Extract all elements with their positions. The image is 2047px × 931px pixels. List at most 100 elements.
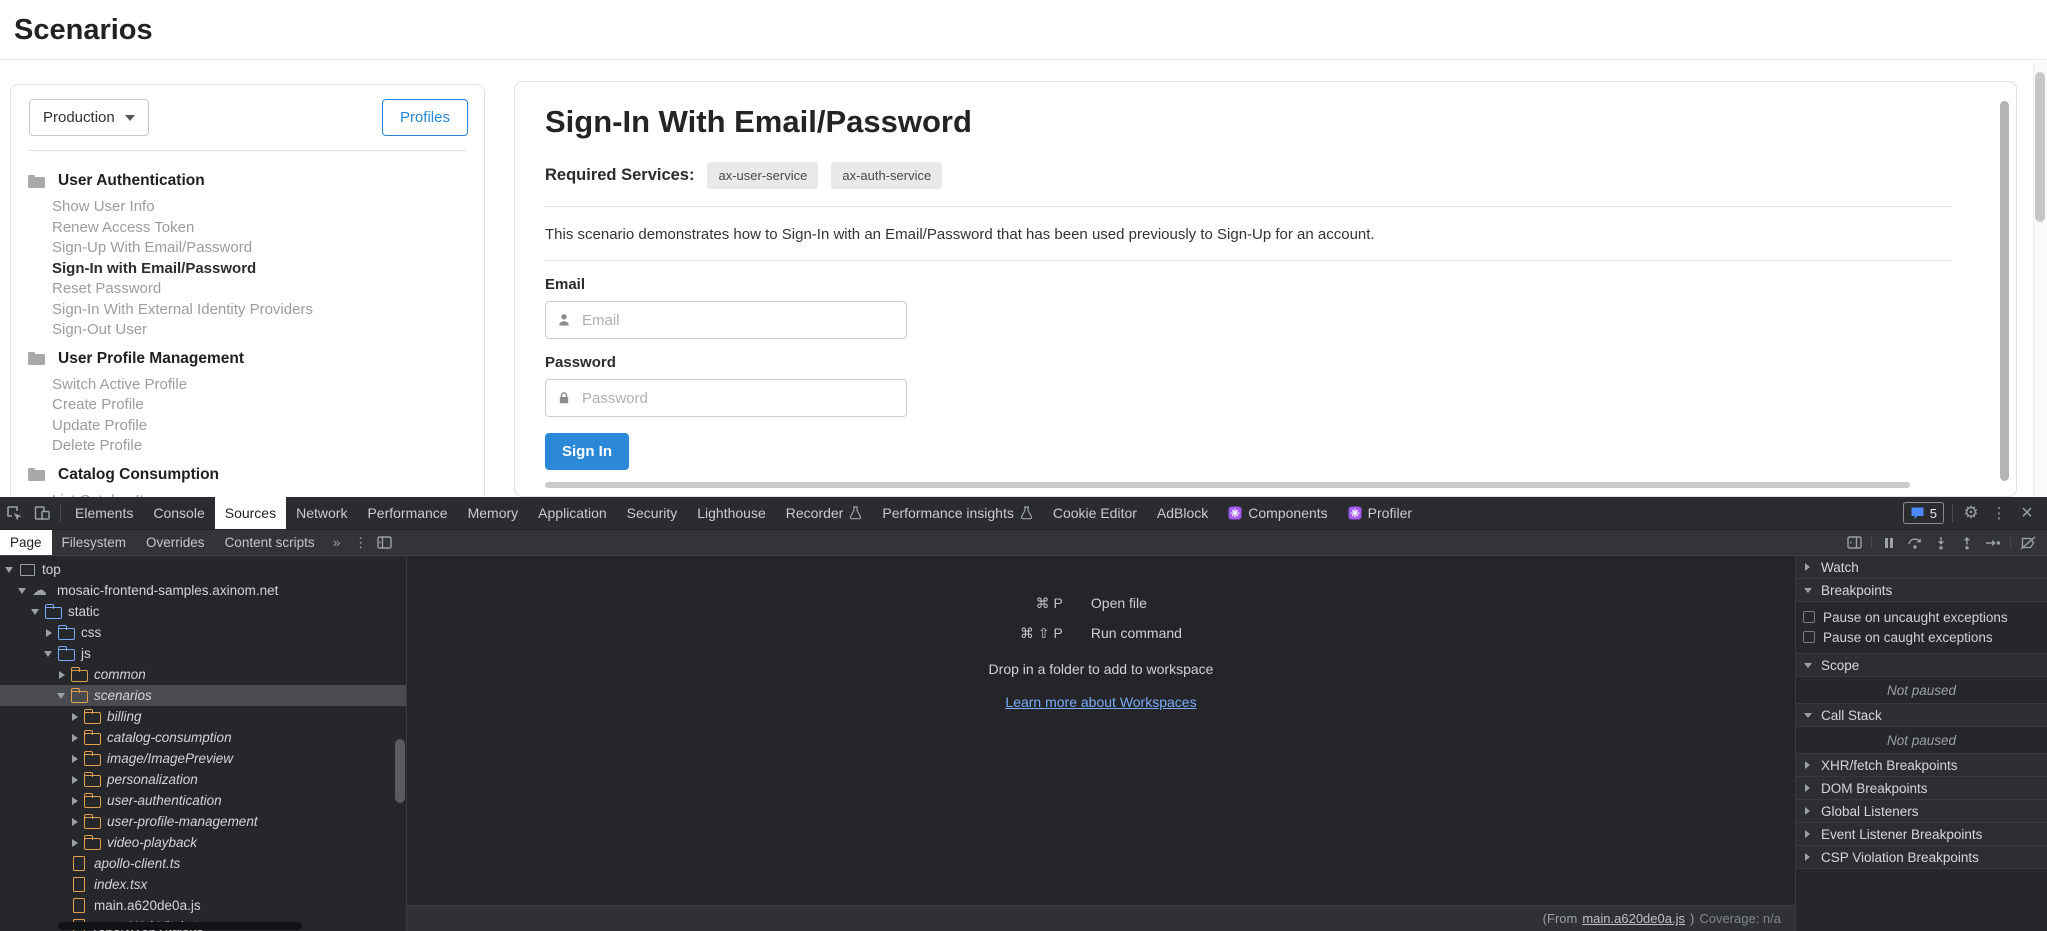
tree-row-domain[interactable]: ☁mosaic-frontend-samples.axinom.net xyxy=(0,580,406,601)
nav-item-update-profile[interactable]: Update Profile xyxy=(11,416,484,437)
tab-performance-insights[interactable]: Performance insights xyxy=(872,497,1043,529)
section-global-listeners[interactable]: Global Listeners xyxy=(1796,800,2047,823)
nav-item-sign-out[interactable]: Sign-Out User xyxy=(11,320,484,341)
nav-item-delete-profile[interactable]: Delete Profile xyxy=(11,436,484,457)
step-icon[interactable] xyxy=(1980,530,2006,555)
tree-row-static[interactable]: static xyxy=(0,601,406,622)
tab-application[interactable]: Application xyxy=(528,497,617,529)
sign-in-button[interactable]: Sign In xyxy=(545,433,629,470)
page-scrollbar-thumb[interactable] xyxy=(2035,72,2045,222)
tree-row-user-profile-management[interactable]: user-profile-management xyxy=(0,811,406,832)
tree-row-index-tsx[interactable]: index.tsx xyxy=(0,874,406,895)
scenario-nav: User Authentication Show User Info Renew… xyxy=(11,151,484,497)
profiles-button[interactable]: Profiles xyxy=(382,99,468,136)
status-from-suffix: ) xyxy=(1690,911,1694,926)
tab-memory[interactable]: Memory xyxy=(458,497,529,529)
tree-row-css[interactable]: css xyxy=(0,622,406,643)
pause-script-execution-icon[interactable] xyxy=(1876,530,1902,555)
navigator-kebab-menu-icon[interactable]: ⋮ xyxy=(349,530,373,555)
close-devtools-icon[interactable]: × xyxy=(2013,497,2041,529)
device-toolbar-icon[interactable] xyxy=(28,497,56,529)
tab-network[interactable]: Network xyxy=(286,497,357,529)
tree-row-scenarios-selected[interactable]: scenarios xyxy=(0,685,406,706)
email-field-wrap xyxy=(545,301,907,339)
tab-sources[interactable]: Sources xyxy=(215,497,286,529)
tab-elements[interactable]: Elements xyxy=(65,497,143,529)
section-watch[interactable]: Watch xyxy=(1796,556,2047,579)
nav-item-sign-up[interactable]: Sign-Up With Email/Password xyxy=(11,238,484,259)
section-call-stack[interactable]: Call Stack xyxy=(1796,704,2047,727)
pause-uncaught-exceptions-option[interactable]: Pause on uncaught exceptions xyxy=(1796,607,2047,627)
folder-icon xyxy=(28,468,45,481)
step-into-icon[interactable] xyxy=(1928,530,1954,555)
nav-item-show-user-info[interactable]: Show User Info xyxy=(11,197,484,218)
tree-row-billing[interactable]: billing xyxy=(0,706,406,727)
section-xhr-breakpoints[interactable]: XHR/fetch Breakpoints xyxy=(1796,754,2047,777)
tab-cookie-editor[interactable]: Cookie Editor xyxy=(1043,497,1147,529)
nav-item-create-profile[interactable]: Create Profile xyxy=(11,395,484,416)
tree-vertical-scrollbar[interactable] xyxy=(395,739,405,803)
folder-icon xyxy=(84,709,101,724)
checkbox-unchecked[interactable] xyxy=(1803,611,1815,623)
expand-debugger-panel-icon[interactable] xyxy=(1841,530,1867,555)
tab-recorder[interactable]: Recorder xyxy=(776,497,873,529)
issues-counter[interactable]: 5 xyxy=(1903,502,1944,524)
tree-row-top[interactable]: top xyxy=(0,559,406,580)
nav-item-reset-password[interactable]: Reset Password xyxy=(11,279,484,300)
section-csp-violation-breakpoints[interactable]: CSP Violation Breakpoints xyxy=(1796,846,2047,869)
navigator-tab-filesystem[interactable]: Filesystem xyxy=(52,530,137,555)
tab-components[interactable]: Components xyxy=(1218,497,1337,529)
detail-vertical-scrollbar[interactable] xyxy=(2000,101,2009,481)
settings-gear-icon[interactable]: ⚙ xyxy=(1957,497,1985,529)
checkbox-unchecked[interactable] xyxy=(1803,631,1815,643)
nav-item-external-idp[interactable]: Sign-In With External Identity Providers xyxy=(11,300,484,321)
navigator-tab-content-scripts[interactable]: Content scripts xyxy=(215,530,325,555)
tab-adblock[interactable]: AdBlock xyxy=(1147,497,1218,529)
section-breakpoints[interactable]: Breakpoints xyxy=(1796,579,2047,602)
tab-profiler[interactable]: Profiler xyxy=(1338,497,1422,529)
tree-row-main-js[interactable]: main.a620de0a.js xyxy=(0,895,406,916)
collapse-navigator-panel-icon[interactable] xyxy=(373,530,397,555)
pause-caught-exceptions-option[interactable]: Pause on caught exceptions xyxy=(1796,627,2047,647)
tree-row-personalization[interactable]: personalization xyxy=(0,769,406,790)
tab-performance[interactable]: Performance xyxy=(357,497,457,529)
status-file-link[interactable]: main.a620de0a.js xyxy=(1582,911,1685,926)
password-field[interactable] xyxy=(545,379,907,417)
kebab-menu-icon[interactable]: ⋮ xyxy=(1985,497,2013,529)
tree-row-user-authentication[interactable]: user-authentication xyxy=(0,790,406,811)
devtools-main-toolbar: Elements Console Sources Network Perform… xyxy=(0,497,2047,530)
folder-icon xyxy=(58,646,75,661)
section-dom-breakpoints[interactable]: DOM Breakpoints xyxy=(1796,777,2047,800)
overflow-tabs-chevron-icon[interactable]: » xyxy=(325,530,349,555)
navigator-tab-page[interactable]: Page xyxy=(0,530,52,555)
detail-horizontal-scrollbar[interactable] xyxy=(545,482,1910,488)
section-scope[interactable]: Scope xyxy=(1796,654,2047,677)
email-field[interactable] xyxy=(545,301,907,339)
tree-row-video-playback[interactable]: video-playback xyxy=(0,832,406,853)
learn-more-workspaces-link[interactable]: Learn more about Workspaces xyxy=(407,694,1795,710)
tab-security[interactable]: Security xyxy=(617,497,688,529)
tree-row-apollo-client[interactable]: apollo-client.ts xyxy=(0,853,406,874)
step-over-icon[interactable] xyxy=(1902,530,1928,555)
environment-dropdown[interactable]: Production xyxy=(29,99,149,136)
devtools-panel: Elements Console Sources Network Perform… xyxy=(0,497,2047,931)
nav-item-renew-access-token[interactable]: Renew Access Token xyxy=(11,218,484,239)
tree-row-image-preview[interactable]: image/ImagePreview xyxy=(0,748,406,769)
shortcut-action: Run command xyxy=(1091,625,1182,642)
page-scrollbar[interactable] xyxy=(2033,61,2047,497)
nav-item-switch-active-profile[interactable]: Switch Active Profile xyxy=(11,375,484,396)
step-out-icon[interactable] xyxy=(1954,530,1980,555)
tab-console[interactable]: Console xyxy=(143,497,214,529)
inspect-element-icon[interactable] xyxy=(0,497,28,529)
tree-row-common[interactable]: common xyxy=(0,664,406,685)
tree-row-js[interactable]: js xyxy=(0,643,406,664)
shortcut-keys: ⌘ P xyxy=(1020,595,1063,612)
navigator-tab-overrides[interactable]: Overrides xyxy=(136,530,215,555)
tab-lighthouse[interactable]: Lighthouse xyxy=(687,497,776,529)
deactivate-breakpoints-icon[interactable] xyxy=(2015,530,2041,555)
tree-horizontal-scrollbar[interactable] xyxy=(58,922,302,930)
section-event-listener-breakpoints[interactable]: Event Listener Breakpoints xyxy=(1796,823,2047,846)
sidebar-toolbar: Production Profiles xyxy=(11,85,484,148)
tree-row-catalog-consumption[interactable]: catalog-consumption xyxy=(0,727,406,748)
nav-item-sign-in-selected[interactable]: Sign-In with Email/Password xyxy=(11,259,484,280)
